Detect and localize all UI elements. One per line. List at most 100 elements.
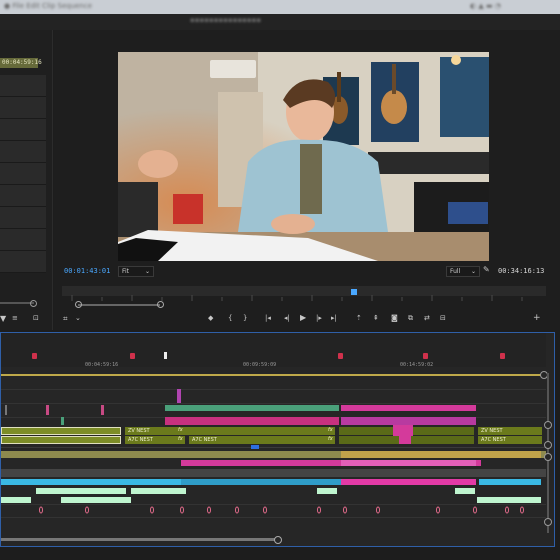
- timeline-marker[interactable]: [338, 353, 343, 359]
- scroll-handle[interactable]: [274, 536, 282, 544]
- system-bar: ● File Edit Clip Sequence ◐ ▲ ▬ ◔: [0, 0, 560, 14]
- go-to-out-icon[interactable]: ▸|: [331, 314, 337, 322]
- chevron-down-icon: ⌄: [144, 268, 150, 275]
- clip[interactable]: [101, 405, 104, 415]
- nest-clip-a7c[interactable]: A7C NEST: [478, 436, 542, 444]
- mark-in-icon[interactable]: {: [228, 314, 232, 322]
- clip[interactable]: [61, 417, 64, 425]
- clip[interactable]: [46, 405, 49, 415]
- nest-clip-zv[interactable]: ZV NEST: [125, 427, 335, 435]
- work-area-bar[interactable]: [1, 374, 546, 376]
- audio-clip-dialogue[interactable]: [341, 451, 541, 458]
- list-item[interactable]: [0, 229, 46, 251]
- playhead-marker[interactable]: [164, 352, 167, 359]
- track-divider: [1, 389, 546, 390]
- resolution-value: Full: [450, 268, 461, 275]
- safe-margins-icon[interactable]: ⌗: [63, 314, 68, 324]
- new-item-icon[interactable]: ⊡: [33, 314, 39, 322]
- lift-icon[interactable]: ⇡: [356, 314, 362, 322]
- vr-video-icon[interactable]: ⊟: [440, 314, 446, 322]
- duration-timecode: 00:34:16:13: [498, 267, 545, 275]
- clip[interactable]: [251, 445, 259, 449]
- zoom-handle-right[interactable]: [157, 301, 164, 308]
- nest-clip-zv[interactable]: [1, 427, 121, 435]
- nest-clip-zv[interactable]: ZV NEST: [478, 427, 542, 435]
- document-title: ▪▪▪▪▪▪▪▪▪▪▪▪▪▪▪: [190, 16, 262, 24]
- audio-clip-sfx[interactable]: [479, 479, 541, 485]
- horizontal-scrollbar[interactable]: [1, 538, 279, 541]
- audio-clip-ambience[interactable]: [131, 488, 186, 494]
- nest-label: A7C NEST: [128, 437, 153, 443]
- scroll-handle[interactable]: [544, 518, 552, 526]
- list-view-icon[interactable]: ≡: [12, 314, 18, 322]
- clip[interactable]: [177, 389, 181, 403]
- monitor-zoom-bar[interactable]: [78, 304, 160, 306]
- list-item[interactable]: [0, 207, 46, 229]
- timeline-marker[interactable]: [500, 353, 505, 359]
- zoom-dropdown[interactable]: Fit ⌄: [118, 266, 154, 277]
- timeline-panel: 00:04:59:16 00:09:59:09 00:14:59:02 ZV N…: [0, 332, 555, 547]
- timeline-marker[interactable]: [423, 353, 428, 359]
- clip[interactable]: [165, 405, 339, 411]
- timeline-marker[interactable]: [32, 353, 37, 359]
- list-item[interactable]: [0, 185, 46, 207]
- scroll-handle[interactable]: [544, 441, 552, 449]
- list-item[interactable]: [0, 75, 46, 97]
- extract-icon[interactable]: ⇞: [373, 314, 379, 322]
- audio-clip-sfx[interactable]: [181, 479, 341, 485]
- current-timecode[interactable]: 00:01:43:01: [64, 267, 110, 275]
- marker-icon[interactable]: ◆: [208, 314, 213, 322]
- source-timecode: 00:04:59:16: [0, 58, 42, 68]
- zoom-scrollbar[interactable]: [0, 302, 34, 304]
- clip[interactable]: [341, 405, 476, 411]
- list-item[interactable]: [0, 163, 46, 185]
- resolution-dropdown[interactable]: Full ⌄: [446, 266, 480, 277]
- scroll-handle[interactable]: [30, 300, 37, 307]
- audio-clip-sfx[interactable]: [341, 479, 476, 485]
- step-back-icon[interactable]: ◂|: [284, 314, 290, 322]
- mark-out-icon[interactable]: }: [243, 314, 247, 322]
- play-icon[interactable]: ▶: [300, 313, 306, 322]
- audio-clip-ambience[interactable]: [317, 488, 337, 494]
- list-item[interactable]: [0, 251, 46, 273]
- program-time-ruler[interactable]: [62, 286, 546, 301]
- plus-icon[interactable]: +: [533, 313, 541, 323]
- system-menu: ● File Edit Clip Sequence: [4, 2, 93, 10]
- list-item[interactable]: [0, 141, 46, 163]
- audio-clip-ambience[interactable]: [36, 488, 126, 494]
- fx-badge: fx: [328, 436, 333, 442]
- audio-clip-ambience[interactable]: [61, 497, 131, 503]
- clip[interactable]: [399, 435, 411, 444]
- nest-clip-a7c[interactable]: A7C NEST: [189, 436, 335, 444]
- playhead[interactable]: [351, 289, 357, 295]
- list-item[interactable]: [0, 119, 46, 141]
- system-status: ◐ ▲ ▬ ◔: [470, 2, 501, 10]
- comparison-view-icon[interactable]: ⧉: [408, 314, 413, 323]
- audio-clip-ambience[interactable]: [477, 497, 541, 503]
- export-frame-icon[interactable]: ◙: [391, 314, 398, 322]
- proxy-toggle-icon[interactable]: ⇄: [424, 314, 430, 322]
- filter-icon[interactable]: ▼: [0, 314, 6, 323]
- nest-clip-a7c[interactable]: A7C NEST: [125, 436, 185, 444]
- list-item[interactable]: [0, 97, 46, 119]
- clip[interactable]: [341, 417, 476, 425]
- chevron-down-icon[interactable]: ⌄: [75, 314, 81, 322]
- clip[interactable]: [165, 417, 339, 425]
- audio-track-bg: [1, 469, 546, 477]
- audio-clip-sfx[interactable]: [1, 479, 181, 485]
- audio-clip-ambience[interactable]: [455, 488, 475, 494]
- ruler-timecode: 00:04:59:16: [85, 362, 119, 368]
- timeline-marker[interactable]: [130, 353, 135, 359]
- go-to-in-icon[interactable]: |◂: [265, 314, 271, 322]
- audio-clip-music[interactable]: [341, 460, 476, 466]
- video-frame-image: [118, 52, 489, 261]
- audio-clip-ambience[interactable]: [1, 497, 31, 503]
- clip[interactable]: [5, 405, 7, 415]
- zoom-handle-left[interactable]: [75, 301, 82, 308]
- source-panel: 00:04:59:16 ▼ ≡ ⊡: [0, 30, 53, 330]
- scroll-handle[interactable]: [544, 421, 552, 429]
- step-forward-icon[interactable]: |▸: [316, 314, 322, 322]
- nest-clip-a7c[interactable]: [1, 436, 121, 444]
- scroll-handle[interactable]: [544, 453, 552, 461]
- wrench-icon[interactable]: ✎: [483, 265, 490, 274]
